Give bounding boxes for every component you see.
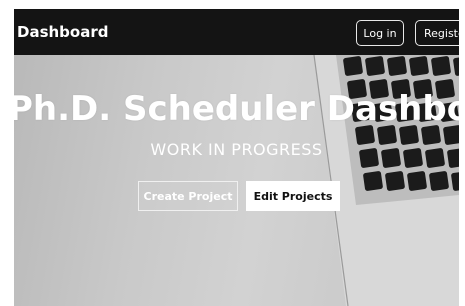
edit-projects-button[interactable]: Edit Projects (246, 181, 340, 211)
keyboard-key (409, 56, 429, 76)
hero-subtitle: WORK IN PROGRESS (150, 140, 323, 159)
keyboard-key (387, 56, 407, 76)
top-navbar: Dashboard Log in Register (14, 9, 459, 55)
browser-viewport: Dashboard Log in Register Ph.D. Schedule… (14, 9, 459, 306)
page-frame: Dashboard Log in Register Ph.D. Schedule… (0, 0, 465, 306)
keyboard-key (431, 56, 451, 76)
register-button[interactable]: Register (415, 20, 459, 46)
brand-link[interactable]: Dashboard (17, 23, 108, 41)
create-project-button[interactable]: Create Project (138, 181, 238, 211)
keyboard-key (407, 171, 427, 191)
hero-title: Ph.D. Scheduler Dashboard (14, 89, 459, 129)
keyboard-key (365, 56, 385, 76)
keyboard-key (429, 171, 449, 191)
keyboard-key (385, 171, 405, 191)
keyboard-key (343, 56, 363, 76)
login-button[interactable]: Log in (356, 20, 404, 46)
keyboard-key (363, 171, 383, 191)
hero-section: Ph.D. Scheduler Dashboard WORK IN PROGRE… (14, 55, 459, 306)
